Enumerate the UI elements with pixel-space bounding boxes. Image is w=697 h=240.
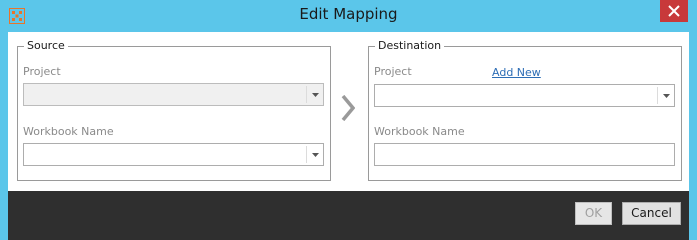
add-new-link[interactable]: Add New [492, 66, 541, 79]
close-button[interactable] [660, 0, 688, 22]
window-title: Edit Mapping [299, 5, 398, 23]
caret-down-icon[interactable] [658, 85, 674, 106]
source-workbook-label: Workbook Name [23, 125, 114, 138]
source-workbook-select[interactable] [23, 143, 324, 166]
source-project-label: Project [23, 65, 61, 78]
source-legend: Source [27, 39, 65, 52]
destination-project-label: Project [374, 65, 412, 78]
cancel-button[interactable]: Cancel [622, 202, 681, 225]
destination-workbook-input[interactable] [374, 143, 675, 166]
destination-project-select[interactable] [374, 84, 675, 107]
source-project-select[interactable] [23, 83, 324, 106]
destination-legend: Destination [378, 39, 442, 52]
close-icon [668, 5, 680, 17]
ok-button[interactable]: OK [575, 202, 612, 225]
chevron-right-icon [341, 94, 356, 125]
title-bar[interactable]: Edit Mapping [0, 0, 697, 32]
destination-workbook-label: Workbook Name [374, 125, 465, 138]
caret-down-icon[interactable] [307, 144, 323, 165]
edit-mapping-dialog: Edit Mapping Source Project Workbook Nam… [0, 0, 697, 240]
caret-down-icon[interactable] [307, 84, 323, 105]
